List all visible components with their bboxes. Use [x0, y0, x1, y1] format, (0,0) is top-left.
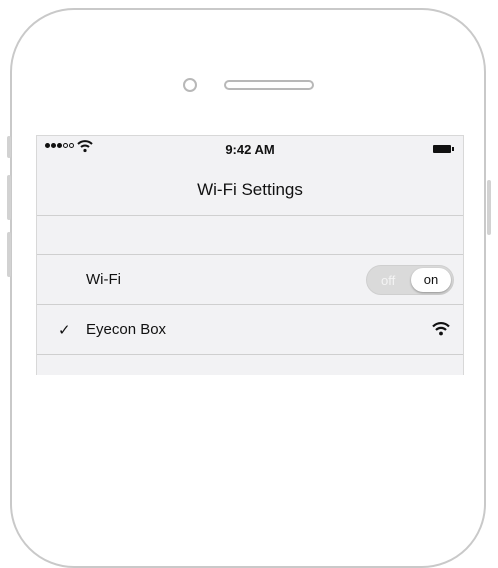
wifi-label: Wi-Fi [86, 271, 121, 288]
front-camera [183, 78, 197, 92]
volume-down-button [7, 232, 11, 277]
wifi-signal-icon [432, 322, 450, 336]
toggle-on-label: on [423, 272, 439, 287]
earpiece-speaker [224, 80, 314, 90]
row-divider [37, 354, 463, 355]
page-title: Wi-Fi Settings [197, 180, 303, 199]
side-button [7, 136, 11, 158]
status-time: 9:42 AM [225, 142, 275, 157]
checkmark-icon: ✓ [58, 322, 71, 339]
wifi-toggle[interactable]: off on [366, 265, 454, 295]
power-button [487, 180, 491, 235]
volume-up-button [7, 175, 11, 220]
phone-screen: 9:42 AM Wi-Fi Settings Wi-Fi off on ✓ Ey… [36, 135, 464, 375]
network-name: Eyecon Box [86, 321, 167, 338]
battery-icon [433, 145, 454, 153]
status-bar: 9:42 AM [37, 136, 463, 162]
toggle-knob: on [411, 268, 451, 292]
nav-divider [37, 215, 463, 216]
network-row[interactable]: ✓ Eyecon Box [37, 305, 463, 354]
toggle-off-label: off [381, 273, 396, 288]
wifi-toggle-row: Wi-Fi off on [37, 255, 463, 304]
